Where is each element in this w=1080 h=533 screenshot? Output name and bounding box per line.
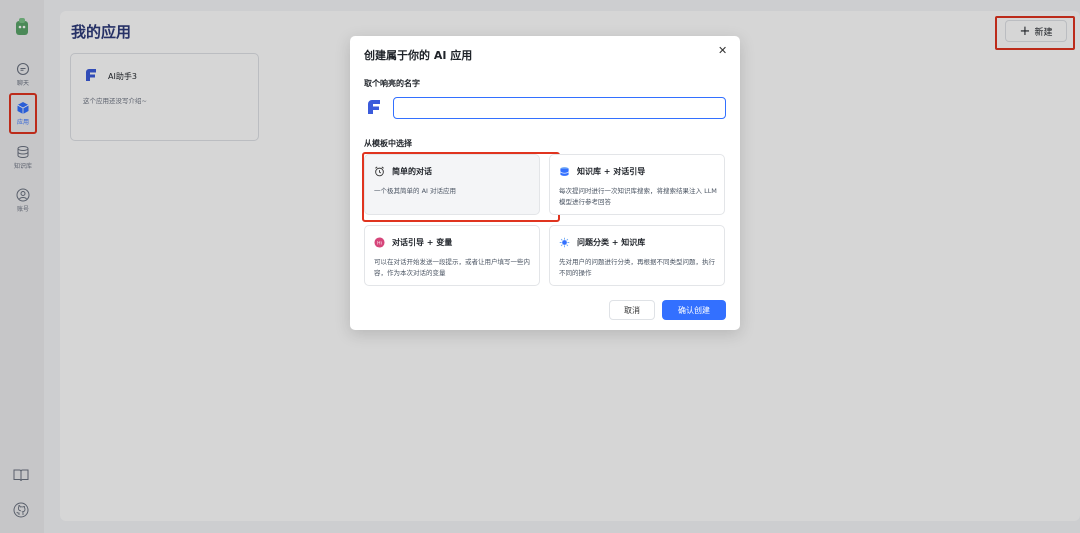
cancel-button[interactable]: 取消	[609, 300, 655, 320]
template-card-simple-chat[interactable]: 简单的对话 一个极其简单的 AI 对话应用	[362, 152, 560, 222]
template-description: 每次提问时进行一次知识库搜索，将搜索结果注入 LLM 模型进行参考回答	[559, 187, 717, 206]
template-name: 对话引导 + 变量	[392, 238, 453, 247]
close-icon[interactable]: ✕	[718, 44, 727, 57]
template-label: 从模板中选择	[364, 139, 412, 148]
template-card-knowledge-chat[interactable]: 知识库 + 对话引导 每次提问时进行一次知识库搜索，将搜索结果注入 LLM 模型…	[549, 154, 725, 215]
template-card-classify-knowledge[interactable]: 问题分类 + 知识库 先对用户的问题进行分类，再根据不同类型问题，执行不同的操作	[549, 225, 725, 286]
highlight-box-template	[362, 152, 560, 222]
template-description: 先对用户的问题进行分类，再根据不同类型问题，执行不同的操作	[559, 258, 715, 277]
database-icon	[560, 167, 569, 176]
template-name: 问题分类 + 知识库	[577, 238, 646, 247]
app-avatar-icon[interactable]	[366, 99, 382, 115]
confirm-create-button[interactable]: 确认创建	[662, 300, 726, 320]
chat-badge-icon: Hi	[374, 237, 385, 248]
create-app-modal: 创建属于你的 AI 应用 ✕ 取个响亮的名字 从模板中选择 简单的对话 一个极其…	[350, 36, 740, 330]
template-description: 可以在对话开始发送一段提示，或者让用户填写一些内容，作为本次对话的变量	[374, 258, 530, 277]
template-name: 知识库 + 对话引导	[577, 167, 646, 176]
template-card-chat-guide-variables[interactable]: Hi 对话引导 + 变量 可以在对话开始发送一段提示，或者让用户填写一些内容，作…	[364, 225, 540, 286]
modal-title: 创建属于你的 AI 应用	[364, 49, 473, 62]
app-name-input[interactable]	[393, 97, 726, 119]
svg-text:Hi: Hi	[377, 240, 382, 246]
name-label: 取个响亮的名字	[364, 79, 420, 88]
classify-icon	[559, 237, 570, 248]
